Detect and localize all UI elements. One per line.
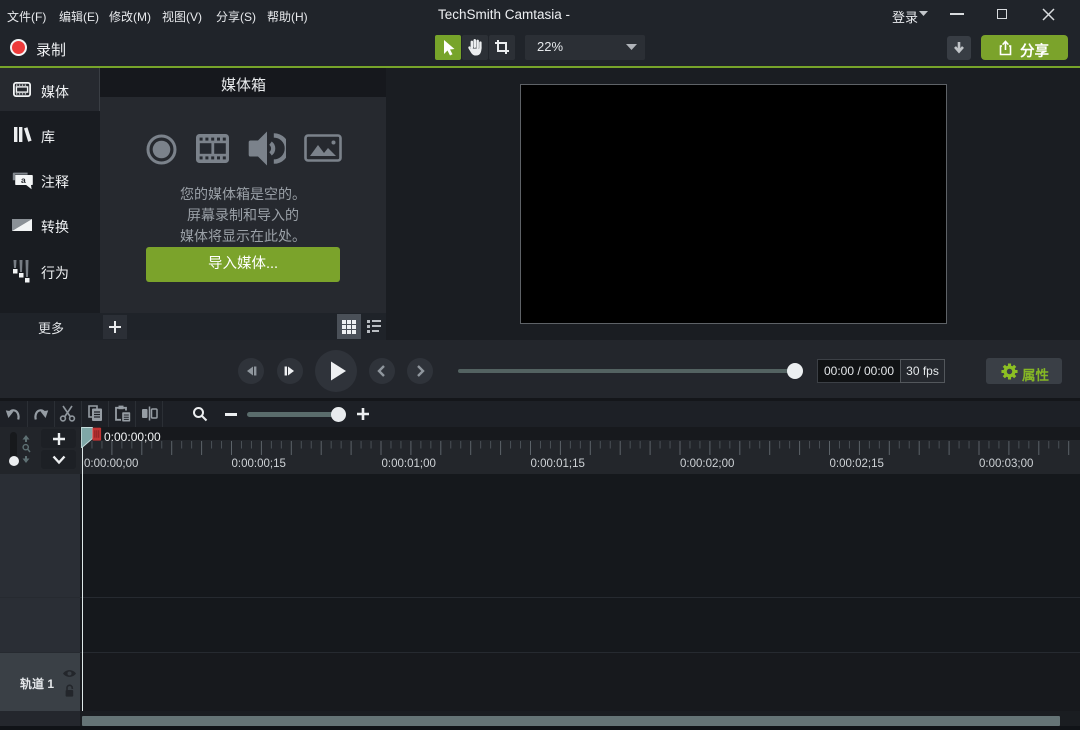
svg-text:a: a	[21, 175, 26, 185]
